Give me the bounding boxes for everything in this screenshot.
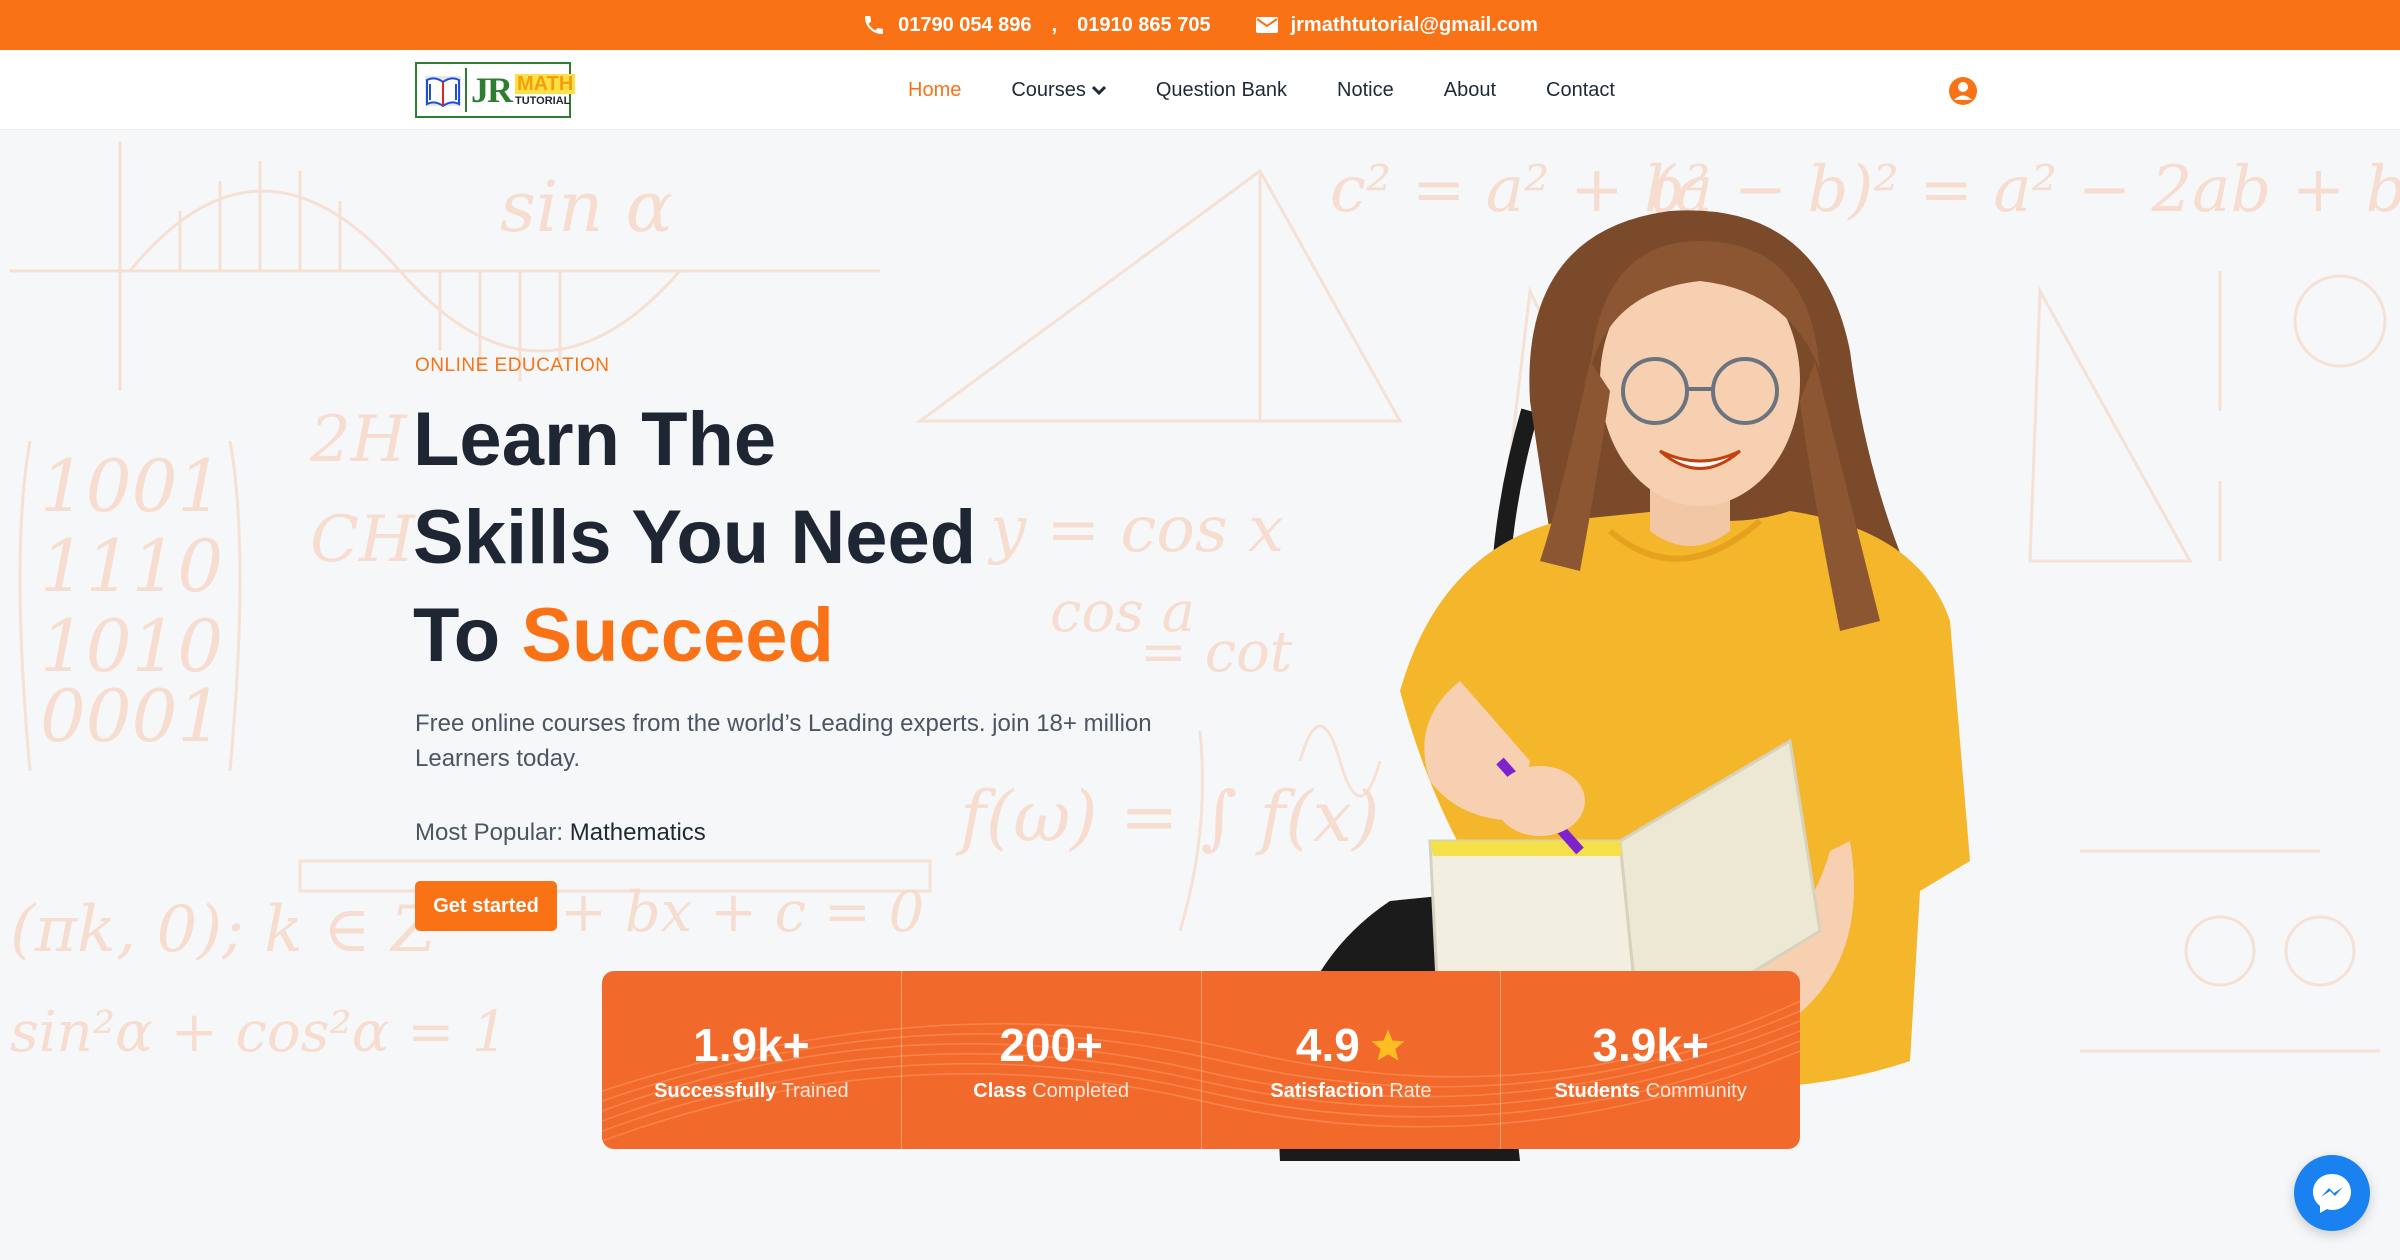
phone-separator: ,	[1051, 13, 1058, 36]
logo-math-text: MATH	[515, 72, 576, 95]
stat-label-bold: Students	[1554, 1079, 1641, 1102]
stat-label-rest: Community	[1645, 1079, 1747, 1102]
stat-label-bold: Successfully	[654, 1079, 777, 1102]
headline-line-3-prefix: To	[413, 593, 501, 678]
nav-item-home[interactable]: Home	[908, 79, 961, 102]
svg-text:0001: 0001	[40, 674, 223, 758]
hero-section: sin α c² = a² + b² (a − b)² = a² − 2ab +…	[0, 131, 2400, 1260]
stat-label-rest: Rate	[1389, 1079, 1432, 1102]
logo-tutorial-text: TUTORIAL	[515, 94, 571, 107]
svg-text:1001: 1001	[40, 444, 223, 528]
stat-value: 200+	[999, 1018, 1103, 1071]
nav-item-question-bank[interactable]: Question Bank	[1156, 79, 1287, 102]
nav-label-courses: Courses	[1011, 78, 1086, 101]
stat-community: 3.9k+ Students Community	[1501, 971, 1800, 1149]
messenger-icon	[2313, 1174, 2351, 1213]
main-navbar: JR MATH TUTORIAL Home Courses Question B…	[0, 50, 2400, 130]
stat-label-rest: Trained	[781, 1079, 849, 1102]
svg-text:+ bx + c = 0: + bx + c = 0	[560, 880, 924, 945]
hero-eyebrow: ONLINE EDUCATION	[415, 355, 610, 376]
phone-number-2[interactable]: 01910 865 705	[1077, 14, 1210, 37]
stat-satisfaction: 4.9 Satisfaction Rate	[1202, 971, 1502, 1149]
headline-accent-word: Succeed	[521, 593, 834, 678]
most-popular-value[interactable]: Mathematics	[570, 819, 706, 846]
headline-line-1: Learn The	[413, 397, 777, 482]
nav-item-courses[interactable]: Courses	[1011, 78, 1106, 102]
svg-text:(πk, 0); k ∈ Z: (πk, 0); k ∈ Z	[10, 893, 437, 967]
hero-headline: Learn The Skills You Need To Succeed	[413, 391, 976, 685]
hero-subtitle: Free online courses from the world’s Lea…	[415, 710, 1152, 772]
svg-text:1110: 1110	[40, 524, 223, 608]
site-logo[interactable]: JR MATH TUTORIAL	[415, 62, 576, 118]
star-icon	[1371, 1028, 1405, 1061]
stat-label-bold: Class	[973, 1079, 1027, 1102]
stat-label-rest: Completed	[1032, 1079, 1129, 1102]
book-logo-icon	[421, 68, 467, 112]
most-popular-line: Most Popular: Mathematics	[415, 819, 706, 847]
svg-text:CH: CH	[310, 503, 416, 577]
phone-icon	[865, 16, 884, 34]
stat-value-row: 4.9	[1296, 1018, 1406, 1072]
headline-line-2: Skills You Need	[413, 495, 977, 580]
stat-trained: 1.9k+ Successfully Trained	[602, 971, 902, 1149]
nav-label-contact: Contact	[1546, 78, 1615, 101]
stat-label: Satisfaction Rate	[1270, 1080, 1431, 1103]
user-circle-icon[interactable]	[1948, 76, 1978, 106]
nav-item-contact[interactable]: Contact	[1546, 79, 1615, 102]
chevron-down-icon	[1091, 85, 1106, 95]
nav-item-notice[interactable]: Notice	[1337, 79, 1394, 102]
nav-menu: Home Courses Question Bank Notice About …	[908, 50, 1615, 130]
messenger-chat-button[interactable]	[2294, 1155, 2370, 1231]
logo-jr-text: JR	[471, 70, 513, 110]
stat-value: 3.9k+	[1592, 1018, 1709, 1071]
phone-number-1[interactable]: 01790 054 896	[898, 14, 1031, 37]
email-address[interactable]: jrmathtutorial@gmail.com	[1291, 14, 1538, 37]
nav-item-about[interactable]: About	[1444, 79, 1496, 102]
stat-value: 4.9	[1295, 1018, 1360, 1071]
nav-label-question-bank: Question Bank	[1155, 78, 1288, 101]
nav-label-about: About	[1443, 78, 1497, 101]
phone-group: 01790 054 896 , 01910 865 705	[862, 13, 1211, 37]
get-started-button[interactable]: Get started	[415, 881, 557, 931]
headline-line-3: To Succeed	[413, 587, 976, 685]
stat-classes: 200+ Class Completed	[902, 971, 1202, 1149]
stat-label: Class Completed	[973, 1080, 1129, 1103]
email-group: jrmathtutorial@gmail.com	[1255, 14, 1538, 37]
email-icon	[1255, 17, 1278, 33]
stats-banner: 1.9k+ Successfully Trained 200+ Class Co…	[602, 971, 1800, 1149]
svg-text:sin α: sin α	[500, 166, 673, 248]
nav-label-notice: Notice	[1337, 78, 1394, 101]
most-popular-label: Most Popular:	[415, 819, 564, 846]
stat-value: 1.9k+	[693, 1018, 810, 1071]
nav-label-home: Home	[908, 78, 962, 101]
stat-label-bold: Satisfaction	[1270, 1079, 1384, 1102]
contact-topbar: 01790 054 896 , 01910 865 705 jrmathtuto…	[0, 0, 2400, 50]
svg-text:sin²α + cos²α = 1: sin²α + cos²α = 1	[10, 1000, 508, 1065]
stat-label: Students Community	[1554, 1080, 1746, 1103]
svg-text:2H: 2H	[309, 403, 408, 477]
stat-label: Successfully Trained	[654, 1080, 849, 1103]
